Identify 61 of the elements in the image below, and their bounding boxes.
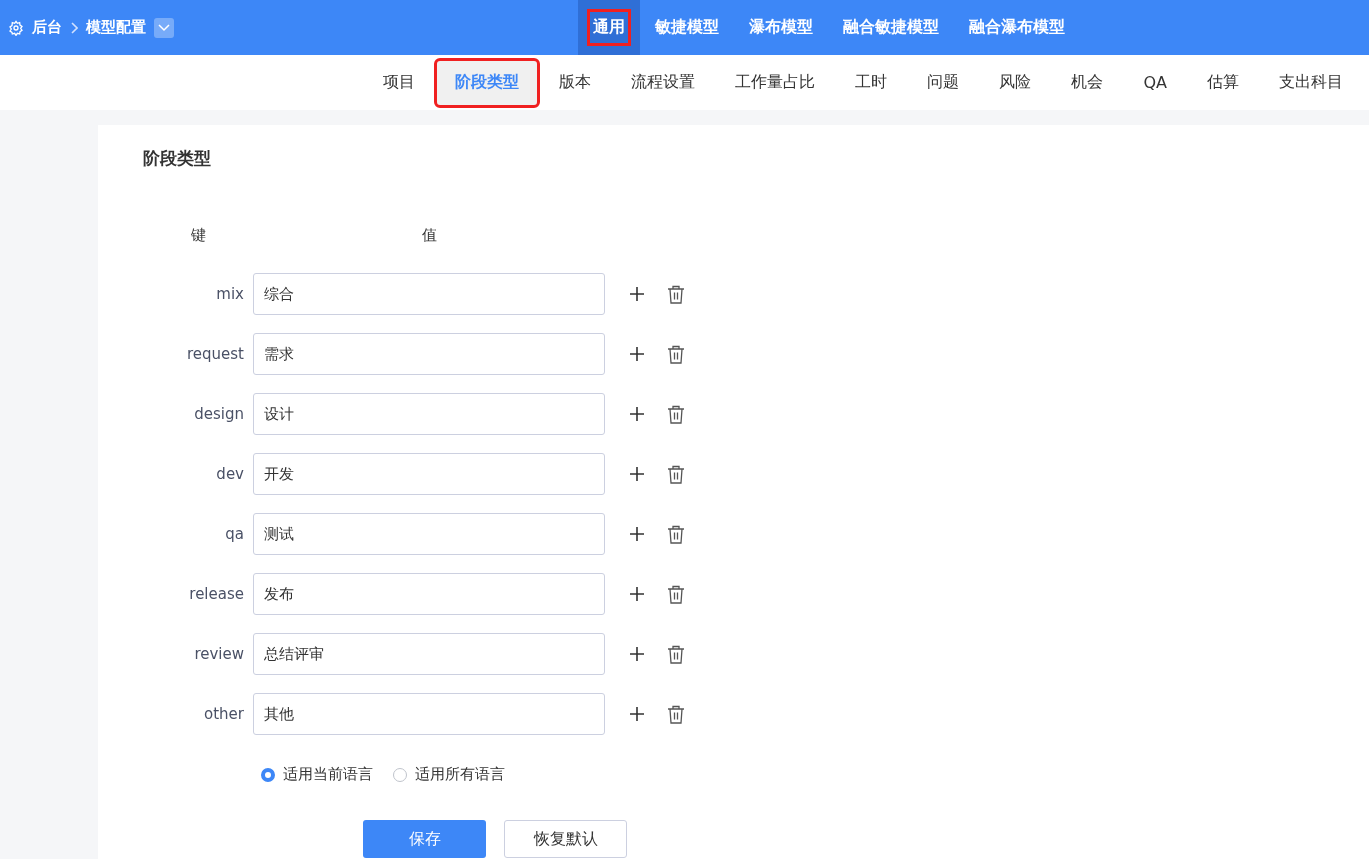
key-label: mix (215, 285, 245, 303)
breadcrumb-current: 模型配置 (86, 18, 146, 37)
sub-tab[interactable]: 问题 (909, 60, 978, 105)
settings-icon[interactable] (8, 19, 24, 36)
add-icon[interactable] (629, 466, 645, 482)
breadcrumb-link[interactable]: 后台 (32, 18, 62, 37)
key-label: request (185, 345, 245, 363)
sub-tab[interactable]: 机会 (1053, 60, 1122, 105)
key-label: review (193, 645, 245, 663)
trash-icon[interactable] (667, 704, 685, 724)
trash-icon[interactable] (667, 644, 685, 664)
nav-tab[interactable]: 瀑布模型 (734, 0, 828, 55)
panel-title: 阶段类型 (143, 147, 212, 170)
value-field[interactable]: 需求 (253, 333, 605, 375)
language-radio[interactable]: 适用所有语言 (393, 765, 505, 784)
trash-icon[interactable] (667, 344, 685, 364)
value-field[interactable]: 总结评审 (253, 633, 605, 675)
reset-button[interactable]: 恢复默认 (504, 820, 627, 858)
nav-tab[interactable]: 敏捷模型 (640, 0, 734, 55)
value-field[interactable]: 设计 (253, 393, 605, 435)
add-icon[interactable] (629, 706, 645, 722)
key-label: other (203, 705, 245, 723)
nav-tab[interactable]: 融合瀑布模型 (954, 0, 1080, 55)
key-label: qa (224, 525, 245, 543)
add-icon[interactable] (629, 586, 645, 602)
trash-icon[interactable] (667, 404, 685, 424)
sub-tab[interactable]: 项目 (365, 60, 434, 105)
nav-tab[interactable]: 融合敏捷模型 (828, 0, 954, 55)
trash-icon[interactable] (667, 524, 685, 544)
sub-tab[interactable]: 风险 (981, 60, 1050, 105)
value-field[interactable]: 综合 (253, 273, 605, 315)
sub-tab[interactable]: 支出科目 (1261, 60, 1361, 105)
chevron-right-icon (70, 21, 78, 34)
add-icon[interactable] (629, 526, 645, 542)
sub-tab[interactable]: 流程设置 (613, 60, 714, 105)
key-label: dev (215, 465, 245, 483)
column-header: 值 (420, 226, 438, 245)
add-icon[interactable] (629, 646, 645, 662)
trash-icon[interactable] (667, 584, 685, 604)
key-label: release (188, 585, 245, 603)
trash-icon[interactable] (667, 464, 685, 484)
key-label: design (193, 405, 245, 423)
value-field[interactable]: 其他 (253, 693, 605, 735)
value-field[interactable]: 开发 (253, 453, 605, 495)
add-icon[interactable] (629, 286, 645, 302)
value-field[interactable]: 测试 (253, 513, 605, 555)
save-button[interactable]: 保存 (363, 820, 486, 858)
chevron-down-icon (158, 23, 170, 32)
value-field[interactable]: 发布 (253, 573, 605, 615)
add-icon[interactable] (629, 406, 645, 422)
column-header: 键 (189, 226, 207, 245)
add-icon[interactable] (629, 346, 645, 362)
sub-tab[interactable]: 工时 (837, 60, 906, 105)
sub-tab[interactable]: 版本 (541, 60, 610, 105)
nav-tab[interactable]: 通用 (578, 0, 640, 55)
dropdown-button[interactable] (154, 17, 174, 38)
sub-tab[interactable]: QA (1125, 60, 1185, 105)
sub-tab[interactable]: 估算 (1189, 60, 1257, 105)
sub-tab[interactable]: 工作量占比 (717, 60, 834, 105)
language-radio[interactable]: 适用当前语言 (261, 765, 373, 784)
trash-icon[interactable] (667, 284, 685, 304)
